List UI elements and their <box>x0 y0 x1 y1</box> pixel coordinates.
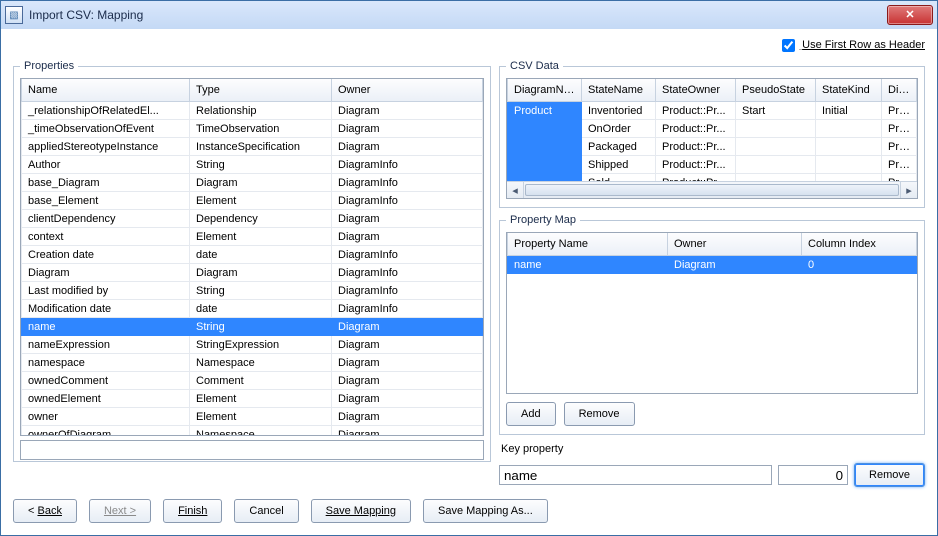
property-map-table-wrap[interactable]: Property NameOwnerColumn Index nameDiagr… <box>506 232 918 394</box>
csv-table-wrap[interactable]: DiagramNa...StateNameStateOwnerPseudoSta… <box>506 78 918 199</box>
window-title: Import CSV: Mapping <box>29 8 887 22</box>
wizard-footer: < Back Next > Finish Cancel Save Mapping… <box>13 499 925 523</box>
properties-row[interactable]: ownedCommentCommentDiagram <box>22 372 483 390</box>
key-property-remove-button[interactable]: Remove <box>854 463 925 487</box>
csv-row[interactable]: ProductInventoriedProduct::Pr...StartIni… <box>508 102 917 120</box>
csv-column-header[interactable]: StateName <box>582 79 656 102</box>
add-mapping-button[interactable]: Add <box>506 402 556 426</box>
properties-row[interactable]: _relationshipOfRelatedEl...RelationshipD… <box>22 102 483 120</box>
remove-mapping-button[interactable]: Remove <box>564 402 635 426</box>
properties-row[interactable]: Modification datedateDiagramInfo <box>22 300 483 318</box>
properties-row[interactable]: ownedElementElementDiagram <box>22 390 483 408</box>
properties-row[interactable]: _timeObservationOfEventTimeObservationDi… <box>22 120 483 138</box>
back-button[interactable]: < Back <box>13 499 77 523</box>
map-column-header[interactable]: Owner <box>668 233 802 256</box>
csv-row[interactable]: PackagedProduct::Pr...Produc <box>508 138 917 156</box>
properties-row[interactable]: contextElementDiagram <box>22 228 483 246</box>
use-first-row-text: Use First Row as Header <box>802 39 925 51</box>
properties-row[interactable]: ownerOfDiagramNamespaceDiagram <box>22 426 483 437</box>
properties-legend: Properties <box>20 60 78 72</box>
properties-column-header[interactable]: Name <box>22 79 190 102</box>
properties-row[interactable]: DiagramDiagramDiagramInfo <box>22 264 483 282</box>
csv-column-header[interactable]: PseudoState <box>736 79 816 102</box>
properties-row[interactable]: appliedStereotypeInstanceInstanceSpecifi… <box>22 138 483 156</box>
properties-row[interactable]: AuthorStringDiagramInfo <box>22 156 483 174</box>
map-column-header[interactable]: Column Index <box>802 233 917 256</box>
properties-table[interactable]: NameTypeOwner _relationshipOfRelatedEl..… <box>21 79 483 436</box>
csv-row[interactable]: ShippedProduct::Pr...Produc <box>508 156 917 174</box>
properties-row[interactable]: ownerElementDiagram <box>22 408 483 426</box>
properties-row[interactable]: base_DiagramDiagramDiagramInfo <box>22 174 483 192</box>
csv-column-header[interactable]: StateOwner <box>656 79 736 102</box>
properties-row[interactable]: nameStringDiagram <box>22 318 483 336</box>
properties-row[interactable]: Last modified byStringDiagramInfo <box>22 282 483 300</box>
properties-row[interactable]: base_ElementElementDiagramInfo <box>22 192 483 210</box>
properties-row[interactable]: nameExpressionStringExpressionDiagram <box>22 336 483 354</box>
properties-row[interactable]: clientDependencyDependencyDiagram <box>22 210 483 228</box>
csv-horizontal-scrollbar[interactable]: ◂ ▸ <box>507 181 917 198</box>
csv-table[interactable]: DiagramNa...StateNameStateOwnerPseudoSta… <box>507 79 917 181</box>
properties-column-header[interactable]: Type <box>190 79 332 102</box>
scroll-thumb[interactable] <box>525 184 899 196</box>
csv-column-header[interactable]: DiagramNa... <box>508 79 582 102</box>
properties-filter-input[interactable] <box>20 440 484 460</box>
property-map-table[interactable]: Property NameOwnerColumn Index nameDiagr… <box>507 233 917 274</box>
properties-column-header[interactable]: Owner <box>332 79 483 102</box>
csv-data-group: CSV Data DiagramNa...StateNameStateOwner… <box>499 60 925 208</box>
dialog-import-csv-mapping: ▧ Import CSV: Mapping ✕ Use First Row as… <box>0 0 938 536</box>
use-first-row-checkbox-label[interactable]: Use First Row as Header <box>782 39 925 51</box>
properties-row[interactable]: namespaceNamespaceDiagram <box>22 354 483 372</box>
close-button[interactable]: ✕ <box>887 5 933 25</box>
key-property-label: Key property <box>501 443 925 455</box>
csv-data-legend: CSV Data <box>506 60 563 72</box>
next-button: Next > <box>89 499 151 523</box>
key-property-name-input[interactable] <box>499 465 772 485</box>
csv-column-header[interactable]: StateKind <box>816 79 882 102</box>
property-map-legend: Property Map <box>506 214 580 226</box>
save-mapping-as-button[interactable]: Save Mapping As... <box>423 499 548 523</box>
close-icon: ✕ <box>905 10 914 21</box>
csv-column-header[interactable]: Diagra <box>882 79 917 102</box>
app-icon: ▧ <box>5 6 23 24</box>
properties-row[interactable]: Creation datedateDiagramInfo <box>22 246 483 264</box>
properties-group: Properties NameTypeOwner _relationshipOf… <box>13 60 491 462</box>
finish-button[interactable]: Finish <box>163 499 222 523</box>
key-property-index-input[interactable] <box>778 465 848 485</box>
scroll-right-icon[interactable]: ▸ <box>900 182 917 198</box>
map-column-header[interactable]: Property Name <box>508 233 668 256</box>
scroll-left-icon[interactable]: ◂ <box>507 182 524 198</box>
titlebar[interactable]: ▧ Import CSV: Mapping ✕ <box>1 1 937 30</box>
use-first-row-checkbox[interactable] <box>782 39 795 52</box>
map-row[interactable]: nameDiagram0 <box>508 256 917 274</box>
csv-row[interactable]: OnOrderProduct::Pr...Produc <box>508 120 917 138</box>
cancel-button[interactable]: Cancel <box>234 499 298 523</box>
csv-row[interactable]: SoldProduct::Pr...Produc <box>508 174 917 182</box>
property-map-group: Property Map Property NameOwnerColumn In… <box>499 214 925 435</box>
save-mapping-button[interactable]: Save Mapping <box>311 499 411 523</box>
properties-table-wrap[interactable]: NameTypeOwner _relationshipOfRelatedEl..… <box>20 78 484 436</box>
